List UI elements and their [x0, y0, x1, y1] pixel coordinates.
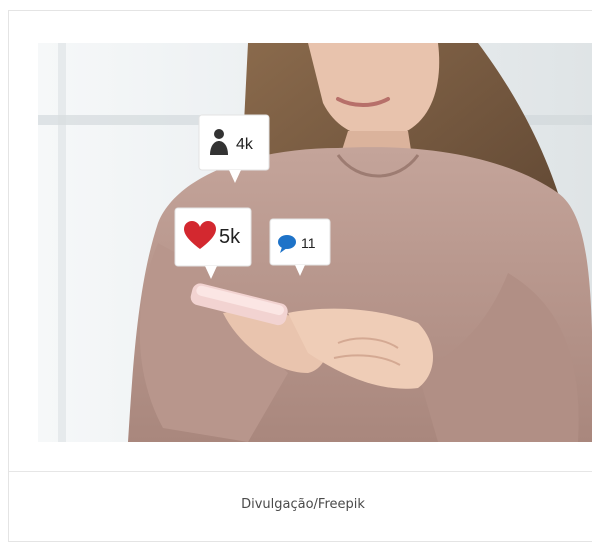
- followers-count: 4k: [236, 136, 254, 153]
- likes-count: 5k: [219, 226, 241, 248]
- photo-illustration: 4k 5k 11: [38, 43, 592, 442]
- comments-count: 11: [301, 235, 316, 251]
- caption-divider: [9, 471, 592, 472]
- window-mullion: [58, 43, 66, 442]
- image-card: 4k 5k 11 Divulgação/Freepik: [8, 10, 592, 542]
- image-credit-caption: Divulgação/Freepik: [241, 497, 365, 512]
- social-media-photo: 4k 5k 11: [38, 43, 592, 442]
